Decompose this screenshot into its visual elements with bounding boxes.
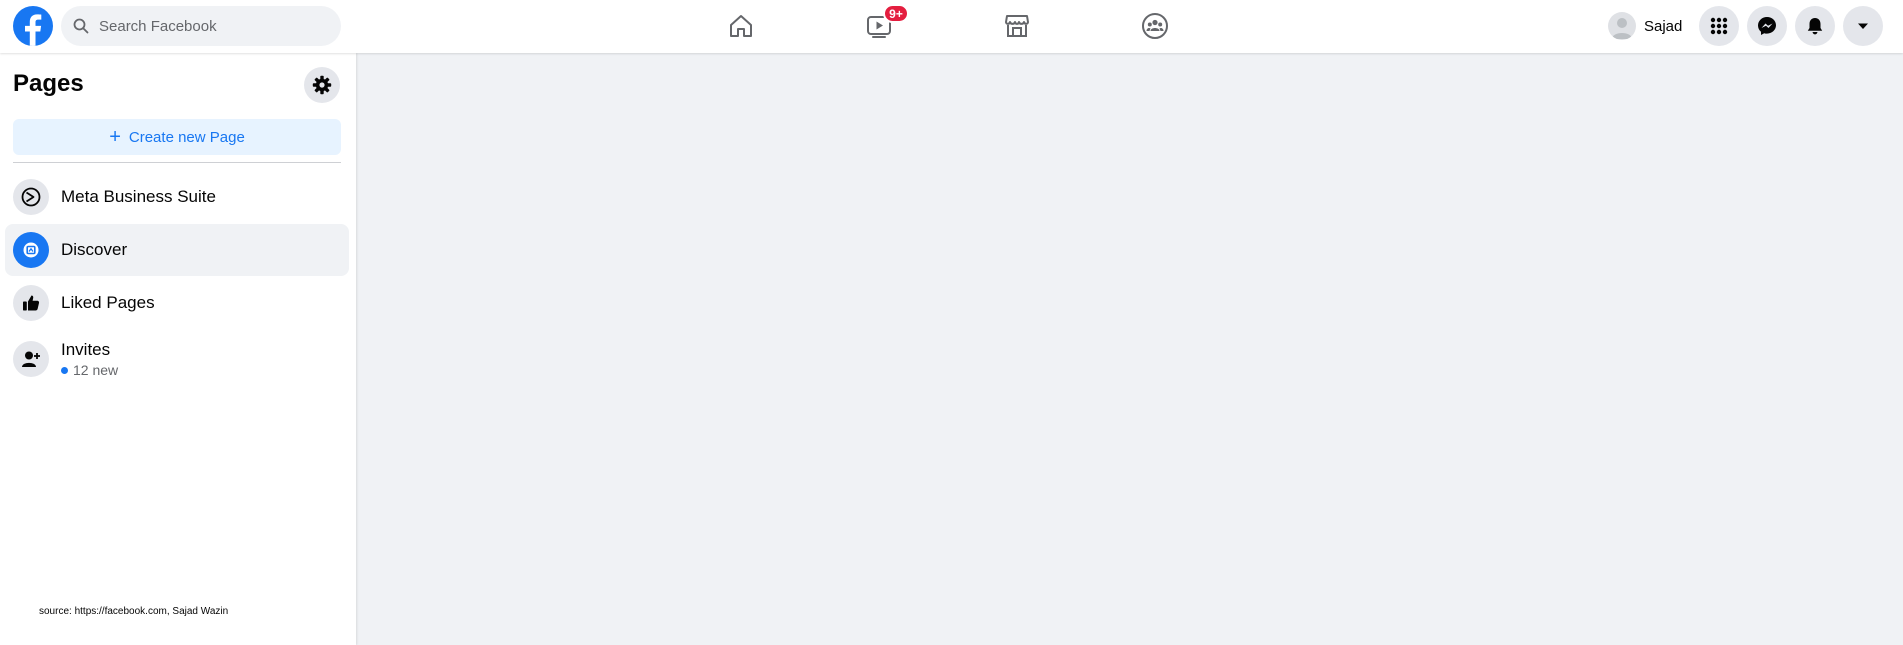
search-input[interactable]	[97, 16, 321, 36]
sidebar-item-liked-pages[interactable]: Liked Pages	[5, 277, 349, 329]
search-box[interactable]	[61, 6, 341, 46]
add-person-icon	[13, 341, 49, 377]
sidebar-item-discover[interactable]: Discover	[5, 224, 349, 276]
account-dropdown-icon	[1858, 23, 1868, 29]
nav-watch[interactable]: 9+	[823, 2, 935, 50]
profile-button[interactable]: Sajad	[1606, 8, 1690, 44]
gear-icon	[312, 75, 332, 95]
notification-badge: 9+	[883, 4, 909, 23]
create-new-page-button[interactable]: + Create new Page	[13, 119, 341, 155]
sidebar-item-label: Invites	[61, 340, 111, 359]
marketplace-icon	[1005, 15, 1029, 37]
page-title: Pages	[13, 70, 84, 97]
messenger-button[interactable]	[1747, 6, 1787, 46]
home-icon	[730, 15, 752, 37]
account-menu-button[interactable]	[1843, 6, 1883, 46]
facebook-logo-icon[interactable]	[13, 6, 53, 46]
nav-marketplace[interactable]	[961, 2, 1073, 50]
sidebar-item-label: Discover	[61, 240, 128, 259]
notifications-bell-icon	[1807, 18, 1823, 35]
sidebar-item-invites[interactable]: Invites 12 new	[5, 330, 349, 388]
search-icon	[73, 18, 89, 34]
sidebar-item-label: Liked Pages	[61, 293, 155, 312]
groups-icon	[1142, 13, 1168, 39]
sidebar-item-label: Meta Business Suite	[61, 187, 216, 206]
create-new-page-label: Create new Page	[128, 128, 245, 146]
sidebar-item-meta-business-suite[interactable]: Meta Business Suite	[5, 171, 349, 223]
pages-sidebar: Pages + Create new Page Meta Business Su…	[0, 53, 356, 645]
profile-name: Sajad	[1644, 17, 1683, 35]
divider	[13, 162, 341, 163]
invites-count-label: 12 new	[73, 362, 119, 378]
meta-business-suite-icon	[13, 179, 49, 215]
settings-button[interactable]	[304, 67, 340, 103]
unread-dot	[61, 366, 68, 374]
menu-grid-icon	[1710, 17, 1728, 35]
menu-button[interactable]	[1699, 6, 1739, 46]
messenger-icon	[1758, 17, 1776, 35]
plus-icon: +	[109, 126, 121, 148]
avatar	[1608, 12, 1636, 40]
notifications-button[interactable]	[1795, 6, 1835, 46]
invites-count: 12 new	[61, 362, 118, 378]
nav-groups[interactable]	[1099, 2, 1211, 50]
top-navigation-bar: 9+ Sajad	[0, 0, 1903, 53]
discover-icon	[13, 232, 49, 268]
thumbs-up-icon	[13, 285, 49, 321]
nav-home[interactable]	[685, 2, 797, 50]
source-caption: source: https://facebook.com, Sajad Wazi…	[39, 606, 229, 617]
